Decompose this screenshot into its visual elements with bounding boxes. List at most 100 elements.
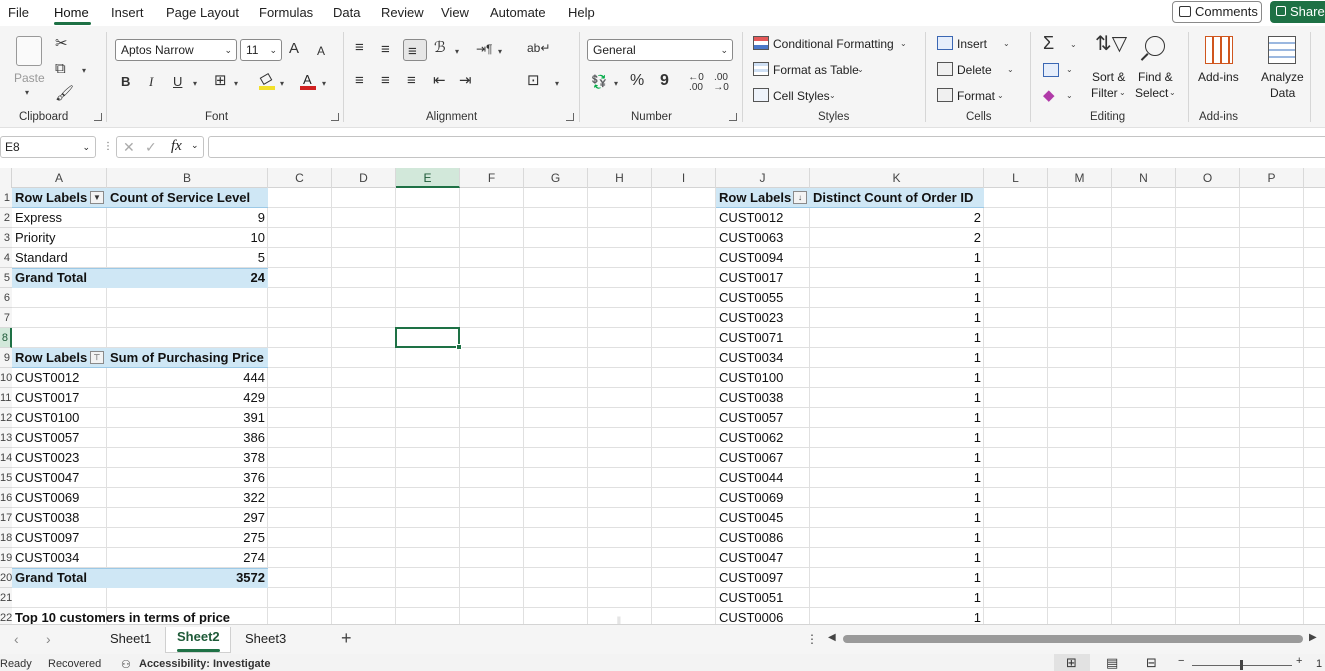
- column-header-i[interactable]: I: [652, 168, 716, 188]
- row-header-22[interactable]: 22: [0, 608, 12, 624]
- page-break-view-icon[interactable]: ⊟: [1146, 655, 1157, 671]
- autosum-icon[interactable]: Σ: [1043, 34, 1054, 52]
- pivot3-row-value[interactable]: 1: [810, 368, 984, 388]
- zoom-out-icon[interactable]: −: [1178, 655, 1184, 667]
- sort-filter-label-1[interactable]: Sort &: [1092, 70, 1125, 84]
- chevron-down-icon[interactable]: ⌄: [191, 140, 199, 151]
- drag-handle-icon[interactable]: ⋮: [103, 141, 113, 152]
- column-header-a[interactable]: A: [12, 168, 107, 188]
- increase-indent-icon[interactable]: ⇥: [459, 73, 472, 89]
- pivot2-row-value[interactable]: 444: [107, 368, 268, 388]
- pivot2-row-label[interactable]: CUST0047: [12, 468, 107, 488]
- pivot3-sort-dropdown-icon[interactable]: ↓: [793, 191, 807, 204]
- column-header-k[interactable]: K: [810, 168, 984, 188]
- autosum-chevron-down-icon[interactable]: ⌄: [1070, 40, 1077, 49]
- format-chevron-down-icon[interactable]: ⌄: [997, 91, 1004, 100]
- pivot2-row-label[interactable]: CUST0017: [12, 388, 107, 408]
- pivot3-row-value[interactable]: 1: [810, 608, 984, 624]
- pivot2-row-value[interactable]: 297: [107, 508, 268, 528]
- pivot2-filter-applied-icon[interactable]: ⊤: [90, 351, 104, 364]
- pivot2-row-label[interactable]: CUST0069: [12, 488, 107, 508]
- column-header-c[interactable]: C: [268, 168, 332, 188]
- paste-label[interactable]: Paste: [14, 71, 45, 85]
- row-header-18[interactable]: 18: [0, 528, 12, 548]
- pivot3-row-label[interactable]: CUST0045: [716, 508, 810, 528]
- bold-button[interactable]: B: [121, 74, 130, 90]
- scroll-right-icon[interactable]: ›: [46, 631, 51, 647]
- grow-font-icon[interactable]: A: [289, 41, 299, 57]
- pivot3-row-value[interactable]: 1: [810, 388, 984, 408]
- copy-chevron-down-icon[interactable]: ▾: [82, 66, 86, 75]
- menu-automate[interactable]: Automate: [490, 5, 546, 20]
- font-color-chevron-down-icon[interactable]: ▾: [322, 79, 326, 88]
- fill-chevron-down-icon[interactable]: ▾: [280, 79, 284, 88]
- pivot1-row-value[interactable]: 9: [107, 208, 268, 228]
- alignment-launcher-icon[interactable]: [566, 113, 574, 121]
- column-header-l[interactable]: L: [984, 168, 1048, 188]
- delete-cells-button[interactable]: Delete: [957, 63, 992, 77]
- active-cell-e8[interactable]: [395, 327, 462, 350]
- sheet-tab-1[interactable]: Sheet1: [110, 631, 151, 646]
- menu-insert[interactable]: Insert: [111, 5, 144, 20]
- pivot2-row-value[interactable]: 378: [107, 448, 268, 468]
- pivot3-row-label[interactable]: CUST0057: [716, 408, 810, 428]
- pivot2-row-value[interactable]: 376: [107, 468, 268, 488]
- fill-chevron-down-icon[interactable]: ⌄: [1066, 65, 1073, 74]
- merge-chevron-down-icon[interactable]: ▾: [555, 79, 559, 88]
- pivot2-row-value[interactable]: 429: [107, 388, 268, 408]
- pivot3-row-label[interactable]: CUST0023: [716, 308, 810, 328]
- column-header-o[interactable]: O: [1176, 168, 1240, 188]
- paste-icon[interactable]: [16, 36, 42, 66]
- delete-cells-icon[interactable]: [937, 62, 953, 76]
- insert-function-icon[interactable]: fx: [171, 138, 182, 155]
- cancel-icon[interactable]: ✕: [123, 139, 135, 156]
- format-as-table-button[interactable]: Format as Table: [773, 63, 859, 77]
- enter-icon[interactable]: ✓: [145, 139, 157, 156]
- underline-button[interactable]: U: [173, 74, 182, 90]
- format-as-table-icon[interactable]: [753, 62, 769, 76]
- column-header-h[interactable]: H: [588, 168, 652, 188]
- column-header-m[interactable]: M: [1048, 168, 1112, 188]
- accessibility-status[interactable]: Accessibility: Investigate: [139, 658, 270, 670]
- column-header-j[interactable]: J: [716, 168, 810, 188]
- column-header-d[interactable]: D: [332, 168, 396, 188]
- pivot3-row-label[interactable]: CUST0047: [716, 548, 810, 568]
- pivot3-row-value[interactable]: 2: [810, 228, 984, 248]
- pivot3-row-value[interactable]: 1: [810, 348, 984, 368]
- font-color-icon[interactable]: A: [300, 72, 316, 90]
- pivot2-row-value[interactable]: 275: [107, 528, 268, 548]
- text-direction-icon[interactable]: ⇥¶: [476, 41, 493, 57]
- number-launcher-icon[interactable]: [729, 113, 737, 121]
- accounting-chevron-down-icon[interactable]: ▾: [614, 79, 618, 88]
- menu-review[interactable]: Review: [381, 5, 424, 20]
- row-header-13[interactable]: 13: [0, 428, 12, 448]
- row-header-6[interactable]: 6: [0, 288, 12, 308]
- menu-data[interactable]: Data: [333, 5, 360, 20]
- pivot3-row-label[interactable]: CUST0006: [716, 608, 810, 624]
- name-box[interactable]: E8 ⌄: [0, 136, 96, 158]
- pivot3-row-value[interactable]: 1: [810, 268, 984, 288]
- pivot2-row-label[interactable]: CUST0023: [12, 448, 107, 468]
- pivot3-row-value[interactable]: 1: [810, 528, 984, 548]
- pivot3-row-value[interactable]: 1: [810, 468, 984, 488]
- align-top-icon[interactable]: ≡: [355, 40, 364, 56]
- find-select-label-2[interactable]: Select: [1135, 86, 1168, 100]
- borders-chevron-down-icon[interactable]: ▾: [234, 79, 238, 88]
- row-header-17[interactable]: 17: [0, 508, 12, 528]
- merge-center-icon[interactable]: ⊡: [527, 73, 540, 89]
- paste-chevron-down-icon[interactable]: ▾: [25, 88, 29, 97]
- row-header-10[interactable]: 10: [0, 368, 12, 388]
- fill-color-icon[interactable]: [259, 73, 275, 90]
- pivot3-row-value[interactable]: 1: [810, 428, 984, 448]
- zoom-level[interactable]: 1: [1316, 658, 1322, 670]
- add-sheet-icon[interactable]: +: [341, 628, 352, 649]
- add-ins-icon[interactable]: [1205, 36, 1233, 64]
- pivot1-grand-total-label[interactable]: Grand Total: [12, 268, 107, 288]
- cell-styles-chevron-down-icon[interactable]: ⌄: [829, 91, 836, 100]
- row-header-5[interactable]: 5: [0, 268, 12, 288]
- zoom-slider-thumb[interactable]: [1240, 660, 1243, 670]
- pivot1-row-label[interactable]: Express: [12, 208, 107, 228]
- fill-down-icon[interactable]: [1043, 63, 1059, 77]
- row-header-12[interactable]: 12: [0, 408, 12, 428]
- menu-help[interactable]: Help: [568, 5, 595, 20]
